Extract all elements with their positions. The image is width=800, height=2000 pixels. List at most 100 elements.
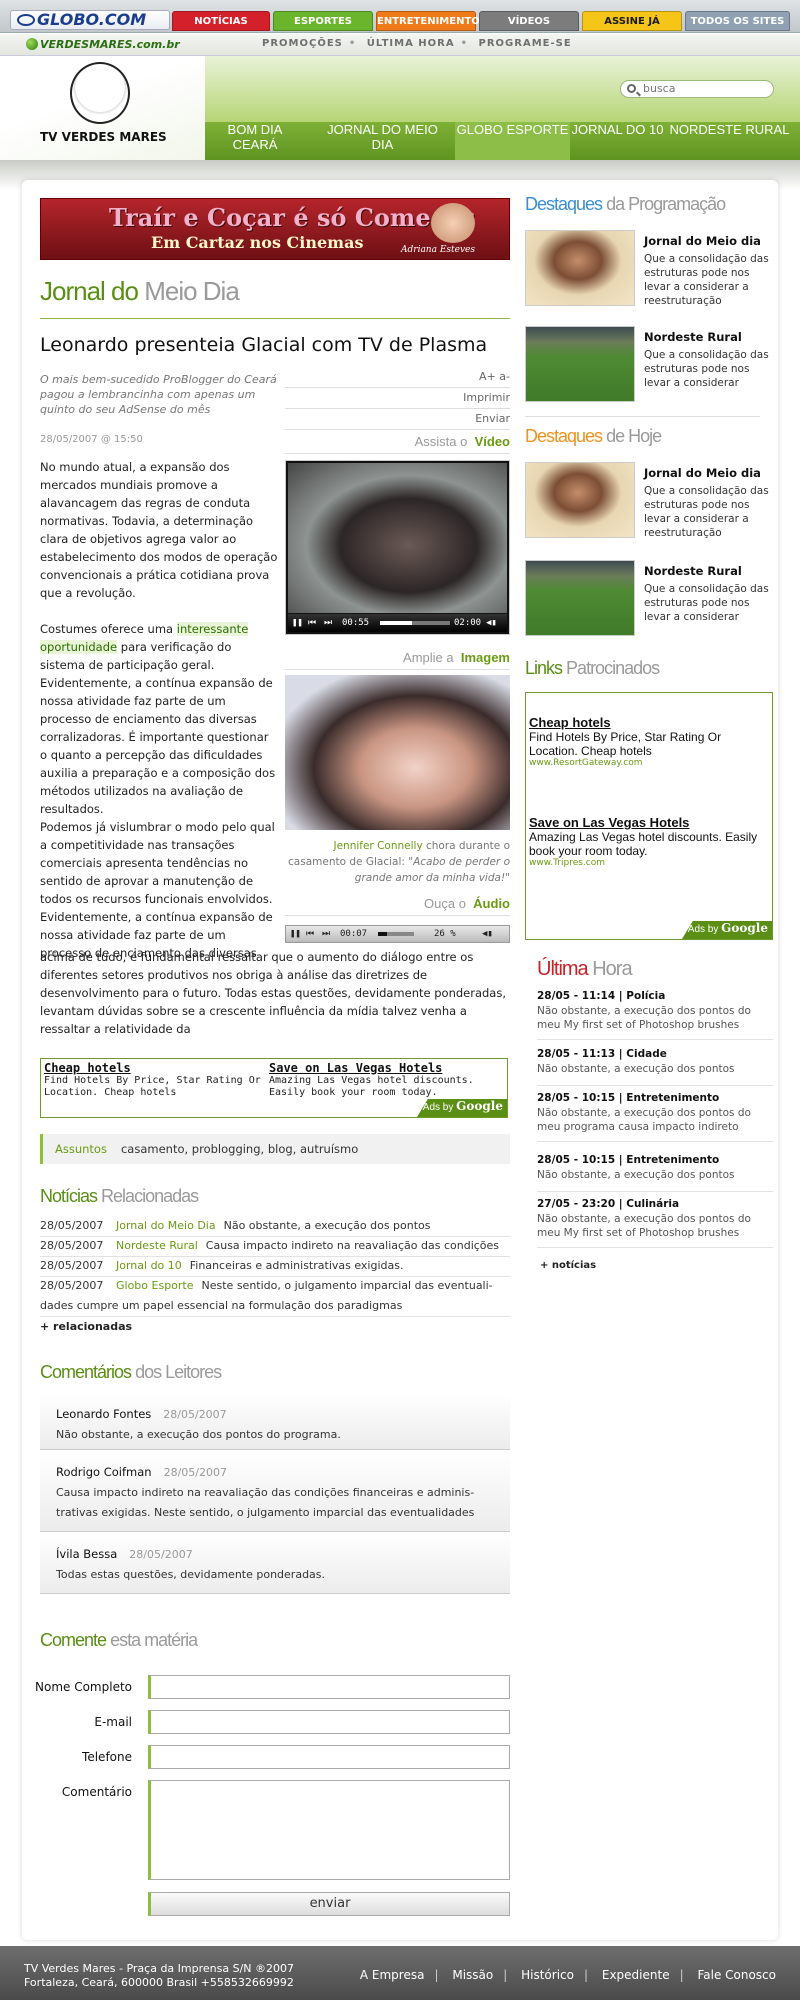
footer-links: A Empresa | Missão | Histórico | Expediente… xyxy=(359,1968,776,1982)
tag-list[interactable]: casamento, problogging, blog, autruísmo xyxy=(121,1142,358,1156)
tab-todos-sites[interactable]: TODOS OS SITES xyxy=(685,11,790,31)
related-item[interactable]: 28/05/2007 Nordeste Rural Causa impacto in… xyxy=(40,1236,510,1257)
ad-item[interactable]: Save on Las Vegas Hotels Amazing Las Vega… xyxy=(269,1061,489,1099)
prev-icon[interactable]: ⏮ xyxy=(306,929,314,939)
send-button[interactable]: Enviar xyxy=(285,410,510,430)
movie-banner[interactable]: Traír e Coçar é só Começar Em Cartaz nos… xyxy=(40,198,510,260)
news-item[interactable]: 27/05 - 23:20 | Culinária Não obstante, a… xyxy=(537,1198,773,1248)
article-photo[interactable] xyxy=(285,675,510,830)
related-item[interactable]: 28/05/2007 Jornal do Meio Dia Não obstante… xyxy=(40,1216,510,1237)
tab-esportes[interactable]: ESPORTES xyxy=(273,11,373,31)
phone-field[interactable] xyxy=(148,1745,510,1769)
tab-noticias[interactable]: NOTÍCIAS xyxy=(172,11,270,31)
more-news-link[interactable]: + notícias xyxy=(540,1260,596,1271)
related-item[interactable]: 28/05/2007 Globo Esporte Neste sentido, o … xyxy=(40,1276,510,1317)
email-field[interactable] xyxy=(148,1710,510,1734)
tab-entretenimento[interactable]: ENTRETENIMENTO xyxy=(376,11,480,31)
footer-link[interactable]: Histórico xyxy=(521,1968,574,1982)
link-ultima-hora[interactable]: ÚLTIMA HORA xyxy=(367,38,455,49)
footer-link[interactable]: Expediente xyxy=(602,1968,670,1982)
thumbnail[interactable] xyxy=(525,230,635,306)
comment-item: Leonardo Fontes 28/05/2007 Não obstante, a… xyxy=(40,1394,510,1450)
ad-item[interactable]: Save on Las Vegas Hotels Amazing Las Vega… xyxy=(529,815,769,868)
video-total: 02:00 xyxy=(454,618,482,628)
article-summary: O mais bem-sucedido ProBlogger do Ceará … xyxy=(40,373,277,416)
font-size-button[interactable]: A+ a- xyxy=(285,368,510,388)
main-nav: BOM DIA CEARÁ JORNAL DO MEIO DIA GLOBO E… xyxy=(205,122,800,160)
destaques-programacao-title: Destaques da Programação xyxy=(525,194,726,214)
globo-eye-icon xyxy=(17,14,35,26)
ads-by-google[interactable]: Ads by Google xyxy=(417,1099,507,1117)
comment-item: Rodrigo Coifman 28/05/2007 Causa impacto i… xyxy=(40,1452,510,1532)
email-label: E-mail xyxy=(94,1715,132,1729)
article-paragraph: No mundo atual, a expansão dos mercados … xyxy=(40,460,278,600)
video-time: 00:55 xyxy=(342,618,370,628)
volume-icon[interactable]: ◀▮ xyxy=(482,929,493,939)
actress-photo xyxy=(431,203,475,243)
thumbnail[interactable] xyxy=(525,560,635,636)
news-item[interactable]: 28/05 - 11:14 | Polícia Não obstante, a e… xyxy=(537,990,773,1040)
highlight-item[interactable]: Jornal do Meio dia Que a consolidação das… xyxy=(525,462,770,558)
links-title: Links Patrocinados xyxy=(525,658,660,678)
comment-label: Comentário xyxy=(61,1785,132,1799)
related-item[interactable]: 28/05/2007 Jornal do 10 Financeiras e admi… xyxy=(40,1256,510,1277)
highlight-item[interactable]: Nordeste Rural Que a consolidação das est… xyxy=(525,326,770,422)
news-item[interactable]: 28/05 - 10:15 | Entretenimento Não obstan… xyxy=(537,1092,773,1142)
ads-by-google[interactable]: Ads by Google xyxy=(682,921,772,939)
footer-link[interactable]: Missão xyxy=(452,1968,493,1982)
prev-icon[interactable]: ⏮ xyxy=(308,618,316,628)
video-player[interactable]: ❚❚ ⏮ ⏭ 00:55 02:00 ◀▮ xyxy=(285,460,510,635)
video-controls: ❚❚ ⏮ ⏭ 00:55 02:00 ◀▮ xyxy=(288,614,507,632)
link-promocoes[interactable]: PROMOÇÕES xyxy=(262,38,343,49)
ad-item[interactable]: Cheap hotels Find Hotels By Price, Star R… xyxy=(529,715,769,768)
nav-jornal-do-10[interactable]: JORNAL DO 10 xyxy=(570,122,665,160)
volume-icon[interactable]: ◀▮ xyxy=(486,618,497,628)
image-label: Amplie a Imagem xyxy=(285,650,510,670)
news-item[interactable]: 28/05 - 11:13 | Cidade Não obstante, a ex… xyxy=(537,1048,773,1086)
more-related-link[interactable]: + relacionadas xyxy=(40,1320,132,1333)
audio-label: Ouça o Áudio xyxy=(285,896,510,916)
video-progress-fill xyxy=(380,621,413,625)
tags-bar: Assuntos casamento, problogging, blog, au… xyxy=(40,1134,510,1164)
article-paragraph: acima de tudo, é fundamental ressaltar q… xyxy=(40,950,507,1036)
print-button[interactable]: Imprimir xyxy=(285,389,510,409)
highlight-item[interactable]: Nordeste Rural Que a consolidação das est… xyxy=(525,560,770,656)
submit-button[interactable]: enviar xyxy=(148,1892,510,1916)
phone-label: Telefone xyxy=(82,1750,132,1764)
highlight-item[interactable]: Jornal do Meio dia Que a consolidação das… xyxy=(525,230,770,326)
site-footer: TV Verdes Mares - Praça da Imprensa S/N … xyxy=(0,1946,800,2000)
search-input[interactable] xyxy=(643,82,763,95)
related-title: Notícias Relacionadas xyxy=(40,1186,199,1206)
search-box[interactable] xyxy=(620,80,774,98)
globo-logo[interactable]: GLOBO.COM xyxy=(10,10,170,30)
tab-assine[interactable]: ASSINE JÁ xyxy=(582,11,682,31)
nav-bom-dia-ceara[interactable]: BOM DIA CEARÁ xyxy=(205,122,305,160)
tab-videos[interactable]: VÍDEOS xyxy=(479,11,579,31)
video-frame[interactable] xyxy=(288,463,507,613)
thumbnail[interactable] xyxy=(525,462,635,538)
verdesmares-link[interactable]: VERDESMARES.com.br xyxy=(26,38,180,51)
sub-bar: VERDESMARES.com.br PROMOÇÕES • ÚLTIMA HOR… xyxy=(0,34,800,56)
audio-time: 00:07 xyxy=(340,929,368,939)
pause-icon[interactable]: ❚❚ xyxy=(292,618,303,628)
next-icon[interactable]: ⏭ xyxy=(324,618,332,628)
comment-textarea[interactable] xyxy=(148,1780,510,1880)
comments-title: Comentários dos Leitores xyxy=(40,1362,222,1382)
news-item[interactable]: 28/05 - 10:15 | Entretenimento Não obstan… xyxy=(537,1154,773,1192)
name-field[interactable] xyxy=(148,1675,510,1699)
destaques-hoje-title: Destaques de Hoje xyxy=(525,426,662,446)
audio-player[interactable]: ❚❚ ⏮ ⏭ 00:07 26 % ◀▮ xyxy=(285,925,510,943)
footer-link[interactable]: Fale Conosco xyxy=(697,1968,776,1982)
next-icon[interactable]: ⏭ xyxy=(322,929,330,939)
link-programe-se[interactable]: PROGRAME-SE xyxy=(479,38,572,49)
nav-jornal-meio-dia[interactable]: JORNAL DO MEIO DIA xyxy=(320,122,445,160)
ad-item[interactable]: Cheap hotels Find Hotels By Price, Star R… xyxy=(44,1061,264,1099)
nav-nordeste-rural[interactable]: NORDESTE RURAL xyxy=(667,122,792,160)
tv-logo[interactable]: TV VERDES MARES xyxy=(0,56,205,160)
nav-globo-esporte[interactable]: GLOBO ESPORTE xyxy=(455,122,570,160)
inline-ads: Cheap hotels Find Hotels By Price, Star R… xyxy=(40,1058,508,1118)
footer-link[interactable]: A Empresa xyxy=(360,1968,425,1982)
thumbnail[interactable] xyxy=(525,326,635,402)
pause-icon[interactable]: ❚❚ xyxy=(290,929,301,939)
form-title: Comente esta matéria xyxy=(40,1630,198,1650)
